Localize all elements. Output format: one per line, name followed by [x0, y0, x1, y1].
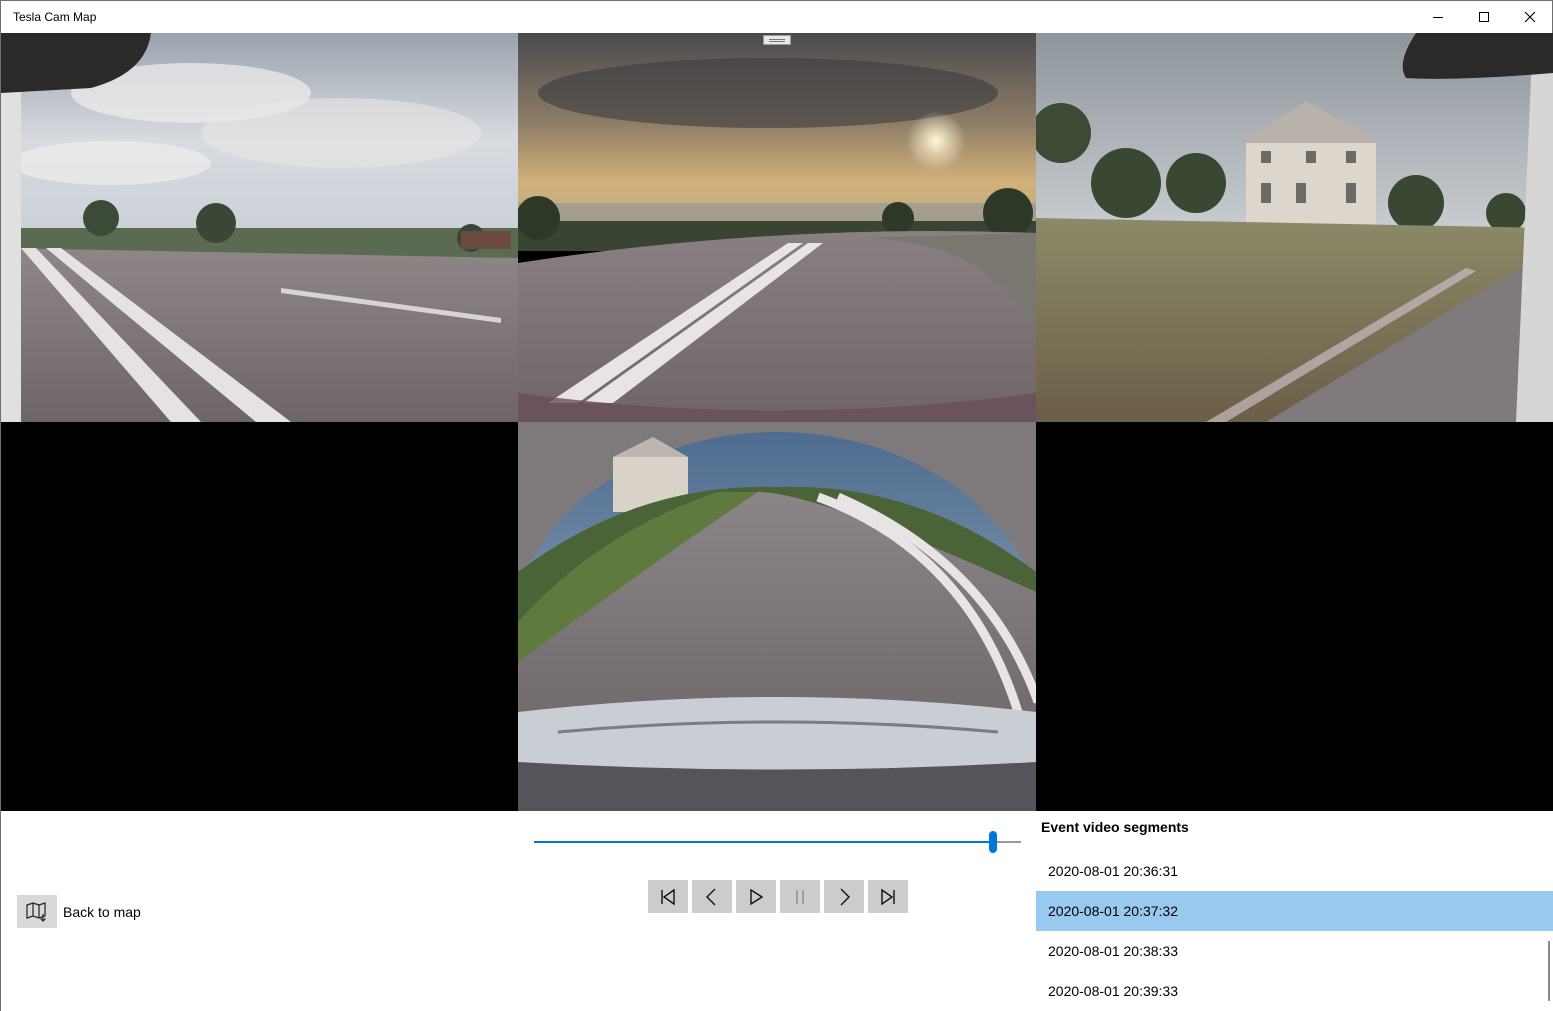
chevron-right-icon	[840, 888, 850, 905]
play-button[interactable]	[736, 880, 776, 913]
play-icon	[750, 888, 764, 905]
map-icon	[17, 895, 57, 928]
pause-button[interactable]	[780, 880, 820, 913]
empty-video-slot	[1036, 422, 1553, 811]
transport-controls	[648, 880, 908, 913]
maximize-icon	[1479, 12, 1489, 22]
segment-item[interactable]: 2020-08-01 20:39:33	[1036, 971, 1553, 1011]
drag-handle[interactable]	[763, 35, 791, 45]
close-button[interactable]	[1507, 1, 1553, 33]
skip-to-end-button[interactable]	[868, 880, 908, 913]
segment-item-selected[interactable]: 2020-08-01 20:37:32	[1036, 891, 1553, 931]
skip-to-start-button[interactable]	[648, 880, 688, 913]
segment-item[interactable]: 2020-08-01 20:36:31	[1036, 851, 1553, 891]
playback-panel: Back to map Event video segments 2020-08…	[1, 811, 1553, 1011]
back-camera-video[interactable]	[518, 422, 1036, 811]
segments-header: Event video segments	[1041, 819, 1189, 835]
back-to-map-label: Back to map	[63, 903, 141, 920]
front-camera-video[interactable]	[518, 33, 1036, 422]
chevron-left-icon	[706, 888, 716, 905]
back-to-map-button[interactable]: Back to map	[17, 895, 141, 928]
minimize-button[interactable]	[1415, 1, 1461, 33]
segment-item[interactable]: 2020-08-01 20:38:33	[1036, 931, 1553, 971]
pause-icon	[796, 889, 804, 904]
window-title: Tesla Cam Map	[13, 10, 97, 24]
close-icon	[1524, 11, 1536, 23]
skip-end-icon	[881, 888, 895, 905]
next-button[interactable]	[824, 880, 864, 913]
empty-video-slot	[1, 422, 518, 811]
playback-slider[interactable]	[534, 831, 1021, 853]
maximize-button[interactable]	[1461, 1, 1507, 33]
title-bar[interactable]: Tesla Cam Map	[1, 1, 1552, 33]
event-segments-panel: Event video segments 2020-08-01 20:36:31…	[1036, 811, 1553, 1011]
slider-track	[997, 841, 1021, 843]
left-camera-video[interactable]	[1, 33, 518, 422]
skip-start-icon	[661, 888, 675, 905]
previous-button[interactable]	[692, 880, 732, 913]
right-camera-video[interactable]	[1036, 33, 1553, 422]
video-grid	[1, 33, 1553, 811]
segments-scrollbar[interactable]	[1548, 941, 1550, 1001]
slider-progress	[534, 841, 989, 843]
minimize-icon	[1433, 16, 1443, 18]
slider-thumb[interactable]	[989, 831, 997, 853]
app-window: Tesla Cam Map Back to map Event video se…	[0, 0, 1553, 1011]
